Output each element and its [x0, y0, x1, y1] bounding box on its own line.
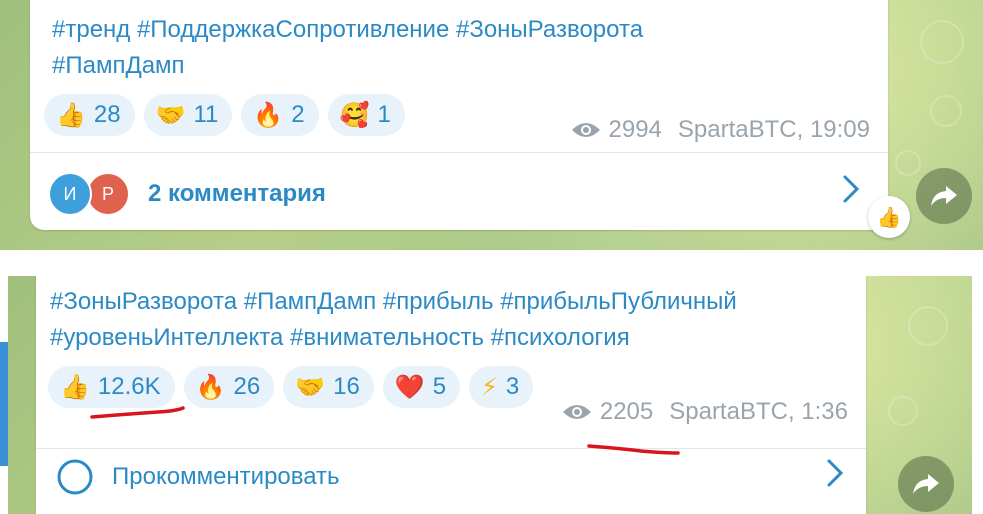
reaction-smiling-hearts[interactable]: 🥰 1 — [327, 94, 405, 136]
message-bubble-1: #тренд #ПоддержкаСопротивление #ЗоныРазв… — [30, 0, 888, 230]
red-underline-views — [587, 444, 680, 455]
red-underline-reaction — [90, 406, 185, 419]
message-meta: 2994 SpartaBTC, 19:09 — [571, 116, 870, 144]
reaction-fire[interactable]: 🔥 2 — [241, 94, 319, 136]
author-time: SpartaBTC, 19:09 — [677, 116, 870, 143]
hashtags-line-1[interactable]: #ЗоныРазворота #ПампДамп #прибыль #прибы… — [50, 284, 737, 320]
handshake-icon: 🤝 — [295, 373, 326, 401]
thumbs-up-icon: 👍 — [60, 373, 90, 401]
reaction-handshake[interactable]: 🤝 16 — [283, 366, 374, 408]
reaction-count: 26 — [233, 373, 261, 400]
reaction-count: 12.6K — [97, 373, 161, 400]
thumbs-up-icon: 👍 — [56, 101, 86, 129]
post-panel-2: #ЗоныРазворота #ПампДамп #прибыль #прибы… — [8, 276, 972, 514]
comment-label: Прокомментировать — [112, 463, 340, 490]
smiling-face-hearts-icon: 🥰 — [339, 101, 370, 129]
author-time: SpartaBTC, 1:36 — [669, 398, 848, 425]
reaction-handshake[interactable]: 🤝 11 — [143, 94, 233, 136]
reaction-count: 5 — [432, 373, 447, 400]
share-arrow-icon — [913, 474, 939, 494]
reaction-count: 2 — [291, 101, 305, 128]
reaction-count: 11 — [193, 101, 219, 128]
heart-icon: ❤️ — [394, 373, 425, 401]
lightning-icon: ⚡ — [481, 373, 498, 401]
fire-icon: 🔥 — [253, 101, 284, 129]
view-count: 2205 — [599, 398, 654, 425]
chevron-right-icon[interactable] — [842, 174, 860, 212]
message-bubble-2: #ЗоныРазворота #ПампДамп #прибыль #прибы… — [36, 276, 866, 514]
reaction-heart[interactable]: ❤️ 5 — [382, 366, 461, 408]
comment-button[interactable]: Прокомментировать — [56, 458, 340, 496]
share-arrow-icon — [931, 186, 957, 206]
reactions-bar: 👍 28 🤝 11 🔥 2 🥰 1 — [44, 94, 405, 136]
comments-label: 2 комментария — [148, 180, 326, 207]
handshake-icon: 🤝 — [155, 101, 186, 129]
reaction-count: 1 — [377, 101, 391, 128]
avatar: Р — [86, 172, 130, 216]
eye-icon — [562, 405, 591, 419]
divider — [36, 448, 866, 449]
reaction-count: 16 — [333, 373, 360, 400]
avatar: И — [48, 172, 92, 216]
eye-icon — [571, 123, 600, 137]
hashtags-line-2[interactable]: #ПампДамп — [52, 48, 185, 84]
reaction-thumbs-up[interactable]: 👍 28 — [44, 94, 135, 136]
hashtags-line-1[interactable]: #тренд #ПоддержкаСопротивление #ЗоныРазв… — [52, 12, 643, 48]
share-button[interactable] — [898, 456, 954, 512]
comments-button[interactable]: И Р 2 комментария — [48, 172, 326, 216]
view-count: 2994 — [608, 116, 662, 143]
reaction-count: 28 — [93, 101, 121, 128]
fire-icon: 🔥 — [195, 373, 226, 401]
own-reaction-badge[interactable]: 👍 — [868, 196, 910, 238]
sidebar-edge — [0, 342, 8, 466]
share-button[interactable] — [916, 168, 972, 224]
message-meta: 2205 SpartaBTC, 1:36 — [562, 398, 848, 426]
reaction-lightning[interactable]: ⚡ 3 — [469, 366, 534, 408]
divider — [30, 152, 888, 153]
post-panel-1: #тренд #ПоддержкаСопротивление #ЗоныРазв… — [0, 0, 983, 250]
hashtags-line-2[interactable]: #уровеньИнтеллекта #внимательность #псих… — [50, 320, 630, 356]
comment-circle-icon — [57, 459, 93, 495]
chevron-right-icon[interactable] — [826, 458, 844, 496]
reaction-count: 3 — [505, 373, 520, 400]
reaction-fire[interactable]: 🔥 26 — [183, 366, 275, 408]
